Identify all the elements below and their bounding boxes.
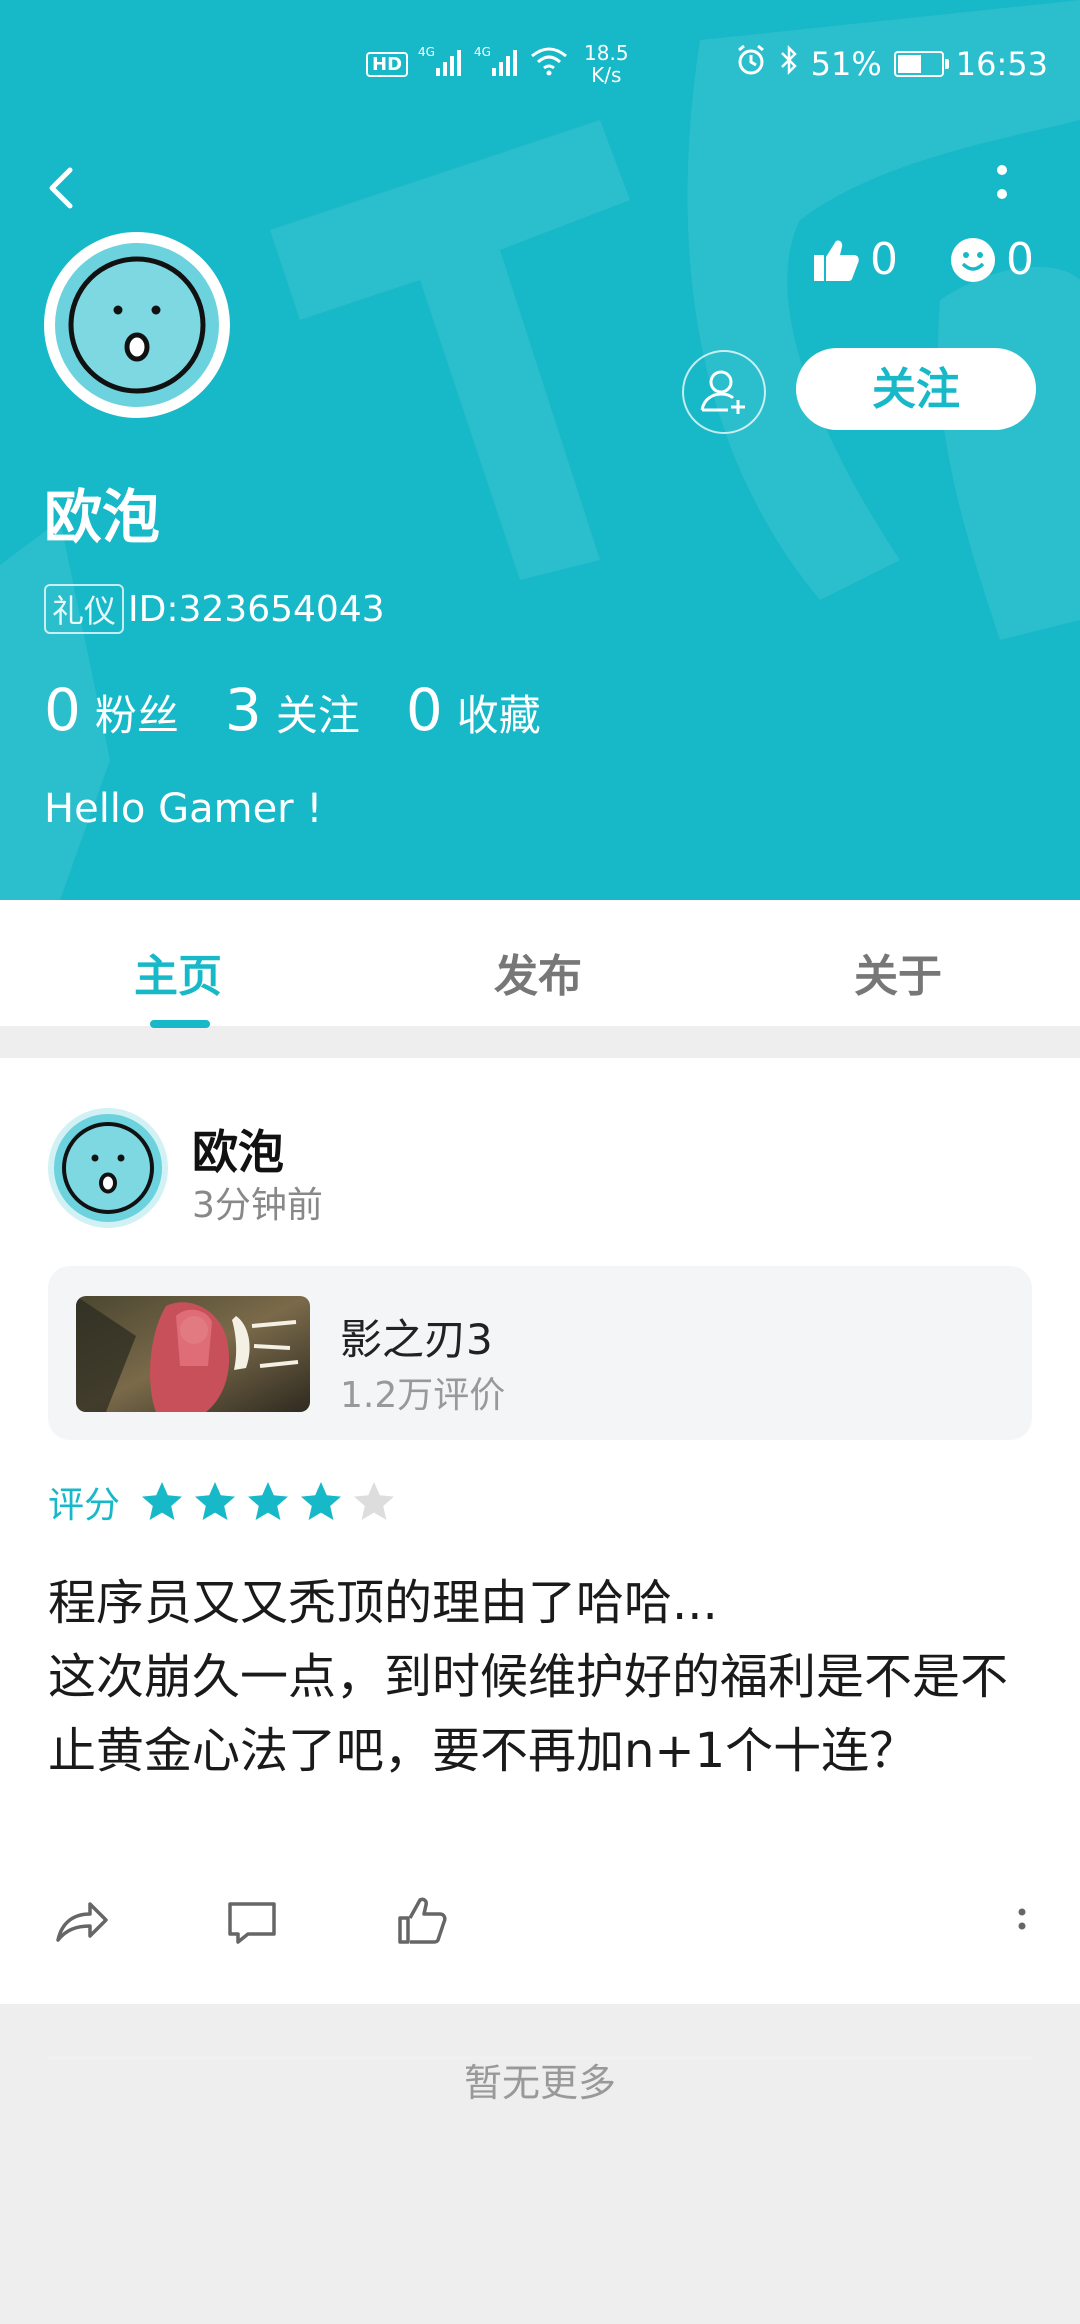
post-author-name[interactable]: 欧泡 xyxy=(192,1116,284,1182)
profile-name: 欧泡 xyxy=(44,483,161,551)
tab-home[interactable]: 主页 xyxy=(134,940,222,1004)
like-icon[interactable] xyxy=(392,1892,452,1952)
rating-row: 评分 xyxy=(48,1476,403,1528)
star-empty-icon xyxy=(354,1482,395,1520)
thumbs-up-icon xyxy=(814,239,859,281)
tab-bar: 主页 发布 关于 xyxy=(0,900,1080,1026)
battery-percent: 51% xyxy=(810,45,882,83)
star-filled-icon xyxy=(195,1482,236,1520)
alarm-icon xyxy=(735,44,767,84)
comment-icon[interactable] xyxy=(222,1892,282,1952)
id-row: 礼仪 ID:323654043 xyxy=(44,584,385,634)
rating-stars xyxy=(138,1478,403,1526)
tab-about[interactable]: 关于 xyxy=(854,940,942,1004)
back-icon[interactable] xyxy=(40,160,90,220)
likes-stat: 0 xyxy=(812,234,898,285)
favorites-label[interactable]: 收藏 xyxy=(457,682,541,743)
smile-icon xyxy=(951,237,995,282)
more-options-icon[interactable] xyxy=(982,160,1022,216)
post-more-icon[interactable] xyxy=(1012,1892,1032,1952)
tab-posts[interactable]: 发布 xyxy=(494,940,582,1004)
game-review-count: 1.2万评价 xyxy=(340,1375,506,1416)
svg-text:4G: 4G xyxy=(418,45,435,59)
favorites-count[interactable]: 0 xyxy=(406,676,443,744)
no-more-text: 暂无更多 xyxy=(463,2061,616,2105)
game-title: 影之刃3 xyxy=(340,1315,493,1364)
star-filled-icon xyxy=(301,1482,342,1520)
following-label[interactable]: 关注 xyxy=(276,682,360,743)
clock: 16:53 xyxy=(955,45,1048,83)
battery-icon xyxy=(893,51,949,77)
post-card: 欧泡 3分钟前 影之刃3 1.2万评价 评分 程序员又又秃顶的理由了哈哈... … xyxy=(0,1058,1080,2060)
star-filled-icon xyxy=(142,1482,183,1520)
fans-label[interactable]: 粉丝 xyxy=(95,682,179,743)
post-time: 3分钟前 xyxy=(192,1185,323,1226)
bluetooth-icon xyxy=(779,44,799,84)
tab-indicator xyxy=(150,1020,210,1028)
svg-text:4G: 4G xyxy=(474,45,491,59)
follow-button[interactable]: 关注 xyxy=(796,348,1036,430)
game-cover-image xyxy=(76,1296,310,1412)
avatar[interactable] xyxy=(44,232,230,418)
user-id: ID:323654043 xyxy=(128,588,385,630)
following-count[interactable]: 3 xyxy=(225,676,262,744)
etiquette-badge: 礼仪 xyxy=(44,584,125,634)
share-icon[interactable] xyxy=(52,1892,112,1952)
fans-count[interactable]: 0 xyxy=(44,676,81,744)
add-friend-button[interactable] xyxy=(682,350,766,434)
network-speed: 18.5 K/s xyxy=(584,41,629,87)
game-card[interactable]: 影之刃3 1.2万评价 xyxy=(48,1266,1032,1440)
follow-counts: 0 粉丝 3 关注 0 收藏 xyxy=(44,676,587,744)
wifi-icon xyxy=(530,46,568,82)
status-bar: HD 4G 4G 18.5 K/s 51% 16:53 xyxy=(0,0,1080,130)
add-user-icon xyxy=(700,370,745,414)
rating-label: 评分 xyxy=(48,1485,121,1526)
post-text[interactable]: 程序员又又秃顶的理由了哈哈... 这次崩久一点，到时候维护好的福利是不是不止黄金… xyxy=(48,1566,1038,1788)
watermark-logo xyxy=(0,0,1080,900)
smiles-stat: 0 xyxy=(950,234,1034,285)
signal-icon-2: 4G xyxy=(474,44,520,84)
profile-header: HD 4G 4G 18.5 K/s 51% 16:53 0 0 关注 欧泡 礼仪… xyxy=(0,0,1080,900)
profile-bio: Hello Gamer ! xyxy=(44,786,323,832)
hd-icon: HD xyxy=(366,51,409,77)
star-filled-icon xyxy=(248,1482,289,1520)
signal-icon-1: 4G xyxy=(418,44,464,84)
post-author-avatar[interactable] xyxy=(48,1108,168,1228)
